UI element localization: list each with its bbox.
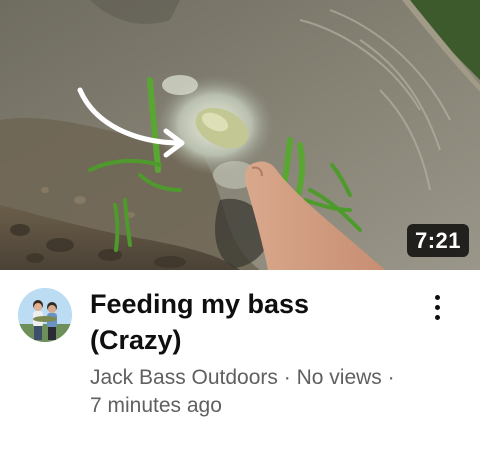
video-title-line-2: (Crazy) — [90, 325, 182, 355]
view-count: No views — [296, 366, 382, 389]
channel-avatar[interactable] — [18, 288, 72, 342]
meta-separator: · — [381, 366, 395, 389]
video-title-line-1: Feeding my bass — [90, 289, 310, 319]
duration-badge: 7:21 — [406, 224, 469, 257]
video-title[interactable]: Feeding my bass (Crazy) — [90, 286, 410, 358]
upload-time: 7 minutes ago — [90, 394, 222, 417]
video-subtitle: Jack Bass Outdoors · No views · 7 minute… — [90, 364, 400, 420]
meta-separator: · — [277, 366, 297, 389]
avatar-image — [18, 288, 72, 342]
video-metadata: Feeding my bass (Crazy) Jack Bass Outdoo… — [0, 270, 480, 453]
more-vert-icon[interactable] — [424, 288, 452, 328]
channel-name[interactable]: Jack Bass Outdoors — [90, 366, 278, 389]
video-thumbnail[interactable]: 7:21 — [0, 0, 480, 270]
